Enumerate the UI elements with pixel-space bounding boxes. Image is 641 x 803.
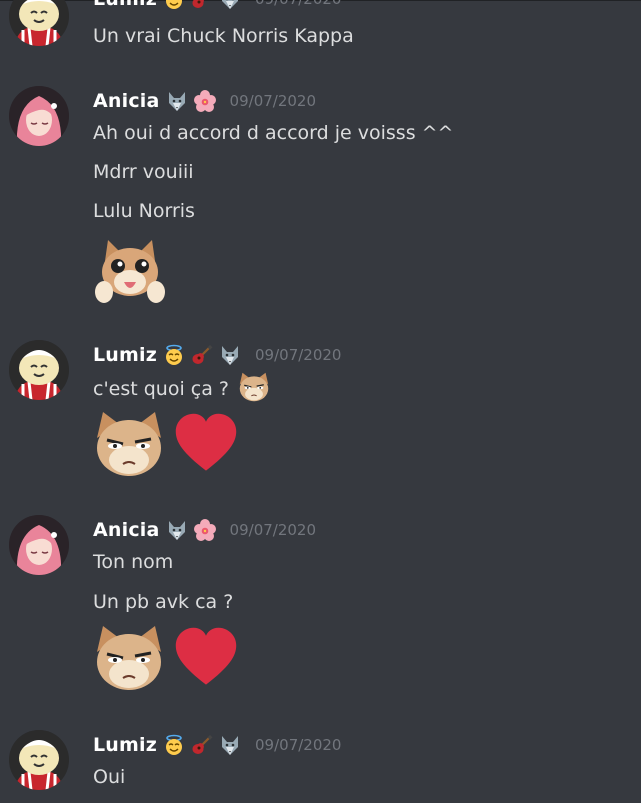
timestamp[interactable]: 09/07/2020 (255, 346, 341, 364)
message-text: Oui (93, 766, 126, 788)
smiling-face-with-halo-icon (163, 0, 185, 10)
wolf-icon (219, 734, 241, 756)
message-text: Mdrr vouiii (93, 161, 194, 183)
wolf-icon (219, 344, 241, 366)
wolf-icon (219, 0, 241, 10)
username[interactable]: Anicia (93, 519, 160, 541)
wolf-icon (166, 90, 188, 112)
timestamp[interactable]: 09/07/2020 (230, 92, 316, 110)
message-text: Un vrai Chuck Norris Kappa (93, 25, 354, 47)
lumiz-avatar-icon (9, 0, 69, 46)
avatar[interactable] (9, 0, 69, 46)
anicia-avatar-icon (9, 86, 69, 146)
avatar[interactable] (9, 340, 69, 400)
guitar-icon (191, 344, 213, 366)
smiling-face-with-halo-icon (163, 734, 185, 756)
hibiscus-icon (194, 90, 216, 112)
message-header: Anicia 09/07/2020 (93, 88, 316, 114)
lumiz-avatar-icon (9, 340, 69, 400)
timestamp[interactable]: 09/07/2020 (230, 521, 316, 539)
username[interactable]: Anicia (93, 90, 160, 112)
lumiz-avatar-icon (9, 730, 69, 790)
username[interactable]: Lumiz (93, 734, 157, 756)
hibiscus-icon (194, 519, 216, 541)
anicia-avatar-icon (9, 515, 69, 575)
red-heart-emote[interactable] (170, 626, 242, 690)
message-header: Lumiz 09/07/2020 (93, 0, 341, 12)
username[interactable]: Lumiz (93, 344, 157, 366)
message-text: c'est quoi ça ? (93, 378, 230, 400)
message-header: Lumiz 09/07/2020 (93, 732, 341, 758)
username[interactable]: Lumiz (93, 0, 157, 10)
smiling-face-with-halo-icon (163, 344, 185, 366)
message-header: Lumiz 09/07/2020 (93, 342, 341, 368)
cat-happy-emote[interactable] (94, 234, 166, 306)
timestamp[interactable]: 09/07/2020 (255, 736, 341, 754)
wolf-icon (166, 519, 188, 541)
avatar[interactable] (9, 86, 69, 146)
timestamp[interactable]: 09/07/2020 (255, 0, 341, 8)
cat-suspicious-emote-inline[interactable] (238, 371, 270, 403)
avatar[interactable] (9, 730, 69, 790)
red-heart-emote[interactable] (170, 412, 242, 476)
message-text: Lulu Norris (93, 200, 195, 222)
message-header: Anicia 09/07/2020 (93, 517, 316, 543)
message-text: Un pb avk ca ? (93, 591, 234, 613)
cat-suspicious-emote[interactable] (93, 408, 165, 480)
guitar-icon (191, 734, 213, 756)
avatar[interactable] (9, 515, 69, 575)
message-text: Ton nom (93, 551, 174, 573)
message-text: Ah oui d accord d accord je voisss ^^ (93, 122, 454, 144)
cat-suspicious-emote[interactable] (93, 622, 165, 694)
guitar-icon (191, 0, 213, 10)
